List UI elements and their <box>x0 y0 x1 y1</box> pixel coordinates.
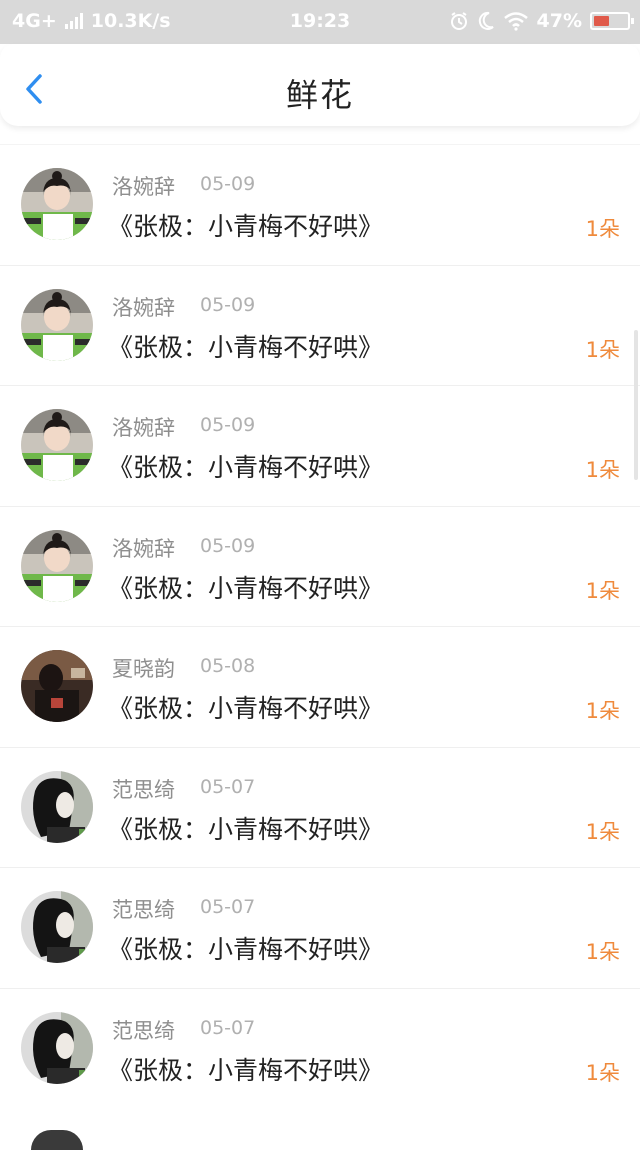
list-item[interactable]: 洛婉辞 05-09 《张极：小青梅不好哄》 1朵 <box>0 505 640 627</box>
user-name[interactable]: 范思绮 <box>112 774 175 804</box>
flower-count: 1朵 <box>585 819 620 844</box>
flower-count: 1朵 <box>585 1060 620 1085</box>
nav-bar: 鲜花 <box>0 44 640 126</box>
item-date: 05-07 <box>200 896 256 918</box>
alarm-icon <box>450 12 467 30</box>
flower-count: 1朵 <box>585 217 620 241</box>
item-date: 05-09 <box>200 173 256 195</box>
avatar[interactable] <box>21 770 93 843</box>
book-title[interactable]: 《张极：小青梅不好哄》 <box>108 569 383 605</box>
flower-count: 1朵 <box>585 337 620 362</box>
list-item[interactable]: 范思绮 05-07 《张极：小青梅不好哄》 1朵 <box>0 867 640 988</box>
list-item[interactable]: 洛婉辞 05-09 《张极：小青梅不好哄》 1朵 <box>0 385 640 506</box>
user-name[interactable]: 洛婉辞 <box>112 533 175 563</box>
book-title[interactable]: 《张极：小青梅不好哄》 <box>108 689 383 725</box>
book-title[interactable]: 《张极：小青梅不好哄》 <box>108 930 383 966</box>
item-date: 05-07 <box>200 1016 256 1039</box>
user-name[interactable]: 范思绮 <box>112 1015 175 1045</box>
user-name[interactable]: 夏晓韵 <box>112 653 175 683</box>
user-name[interactable]: 范思绮 <box>112 894 175 924</box>
book-title[interactable]: 《张极：小青梅不好哄》 <box>108 207 383 243</box>
flower-count: 1朵 <box>585 578 620 603</box>
avatar[interactable] <box>21 650 93 722</box>
battery-percent: 47% <box>536 10 582 32</box>
avatar[interactable] <box>21 168 93 240</box>
avatar[interactable] <box>21 529 93 602</box>
battery-cap <box>631 18 634 24</box>
moon-icon <box>478 11 494 30</box>
avatar[interactable] <box>21 891 93 963</box>
battery-fill <box>594 16 609 26</box>
avatar[interactable] <box>21 288 93 361</box>
item-date: 05-08 <box>200 655 256 677</box>
scrollbar[interactable] <box>634 330 638 480</box>
status-bar: 4G+ 10.3K/s 19:23 47% <box>0 0 640 44</box>
flower-count: 1朵 <box>585 699 620 723</box>
flower-count: 1朵 <box>585 940 620 964</box>
user-name[interactable]: 洛婉辞 <box>112 412 175 442</box>
battery-icon <box>590 12 634 30</box>
avatar <box>31 1130 83 1150</box>
book-title[interactable]: 《张极：小青梅不好哄》 <box>108 328 383 364</box>
item-date: 05-09 <box>200 293 256 316</box>
user-name[interactable]: 洛婉辞 <box>112 292 175 322</box>
item-date: 05-07 <box>200 775 256 798</box>
item-date: 05-09 <box>200 534 256 557</box>
list-item[interactable]: 夏晓韵 05-08 《张极：小青梅不好哄》 1朵 <box>0 626 640 747</box>
wifi-icon <box>503 12 528 31</box>
avatar[interactable] <box>21 1011 93 1084</box>
list-item[interactable]: 范思绮 05-07 《张极：小青梅不好哄》 1朵 <box>0 987 640 1109</box>
book-title[interactable]: 《张极：小青梅不好哄》 <box>108 448 383 484</box>
list-item[interactable]: 洛婉辞 05-09 《张极：小青梅不好哄》 1朵 <box>0 144 640 265</box>
flower-count: 1朵 <box>585 458 620 482</box>
book-title[interactable]: 《张极：小青梅不好哄》 <box>108 1051 383 1087</box>
list-item[interactable]: 洛婉辞 05-09 《张极：小青梅不好哄》 1朵 <box>0 264 640 386</box>
item-date: 05-09 <box>200 414 256 436</box>
flower-list: 洛婉辞 05-09 《张极：小青梅不好哄》 1朵 洛婉辞 05-09 《张极：小青梅不好哄》… <box>0 144 640 1108</box>
status-bar-right: 47% <box>449 10 634 32</box>
user-name[interactable]: 洛婉辞 <box>112 171 175 201</box>
list-item[interactable]: 范思绮 05-07 《张极：小青梅不好哄》 1朵 <box>0 746 640 868</box>
book-title[interactable]: 《张极：小青梅不好哄》 <box>108 810 383 846</box>
avatar[interactable] <box>21 409 93 481</box>
page-title: 鲜花 <box>285 76 354 114</box>
